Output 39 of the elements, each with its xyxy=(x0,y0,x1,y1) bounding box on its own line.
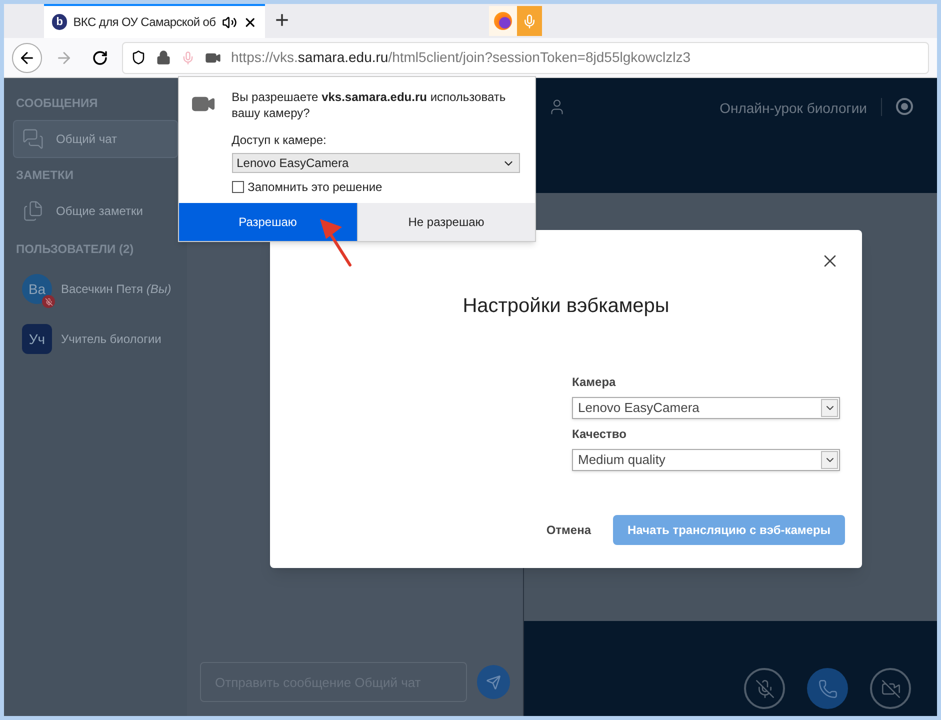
select-field[interactable]: Lenovo EasyCamera xyxy=(572,397,840,419)
dialog-title: Настройки вэбкамеры xyxy=(462,294,670,319)
new-tab-button[interactable]: + xyxy=(265,4,299,38)
control-button[interactable] xyxy=(870,668,911,709)
speaker-icon[interactable] xyxy=(222,14,237,30)
field-label: Камера xyxy=(572,374,617,391)
deny-button[interactable]: Не разрешаю xyxy=(356,203,535,241)
control-button[interactable] xyxy=(744,668,785,709)
user-avatar: Ва xyxy=(22,274,52,304)
mic-indicator-icon xyxy=(517,6,542,36)
lock-icon[interactable] xyxy=(156,50,171,65)
address-bar[interactable]: https://vks.samara.edu.ru/html5client/join?sessionToken=8jd55lgkowclzlz3 xyxy=(122,42,929,74)
notes-icon xyxy=(22,200,44,222)
phone-icon xyxy=(818,678,838,698)
mic-off-icon xyxy=(754,678,774,698)
select-label: Доступ к камере: xyxy=(232,132,328,149)
browser-logo-icon xyxy=(489,6,517,36)
reload-icon xyxy=(92,50,108,66)
cancel-button[interactable]: Отмена xyxy=(546,521,591,539)
back-button[interactable] xyxy=(12,42,42,72)
tab-title: ВКС для ОУ Самарской об xyxy=(73,14,216,31)
send-icon xyxy=(486,674,501,690)
field-label: Качество xyxy=(572,426,628,443)
pointer-arrow xyxy=(318,217,354,269)
chat-icon xyxy=(22,128,44,150)
site-favicon: b xyxy=(52,14,68,30)
browser-tab[interactable]: b ВКС для ОУ Самарской об xyxy=(44,4,265,38)
control-button[interactable] xyxy=(807,668,848,709)
user-avatar: Уч xyxy=(22,324,52,354)
camera-off-icon xyxy=(880,678,900,698)
record-icon[interactable] xyxy=(896,98,913,115)
select-field[interactable]: Medium quality xyxy=(572,449,840,471)
shield-icon[interactable] xyxy=(131,50,146,65)
meeting-title: Онлайн-урок биологии xyxy=(720,99,867,118)
user-row[interactable]: Уч Учитель биологии xyxy=(4,314,187,364)
allow-button[interactable]: Разрешаю xyxy=(179,203,356,241)
remember-checkbox[interactable]: Запомнить это решение xyxy=(232,178,523,196)
permission-question: Вы разрешаете vks.samara.edu.ru использовать вашу камеру? xyxy=(232,89,507,121)
camera-select[interactable]: Lenovo EasyCamera xyxy=(232,153,520,173)
